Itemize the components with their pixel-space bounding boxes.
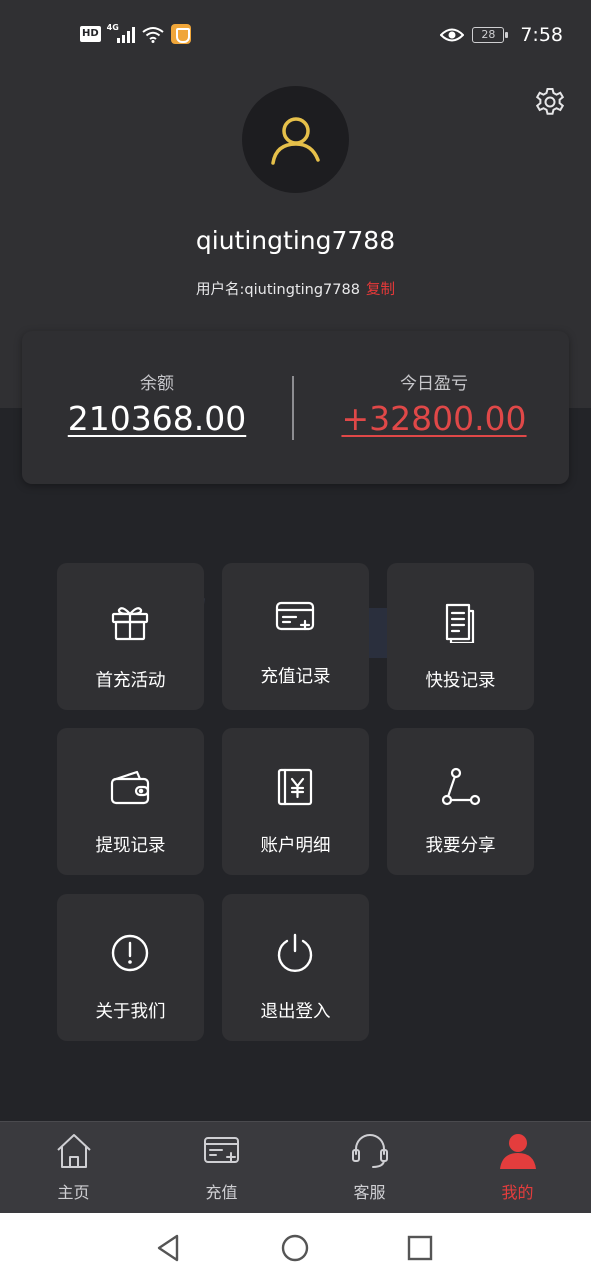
settings-gear-icon[interactable] [534, 86, 566, 118]
mine-screen: HD 4G 28 7:58 qiutingting7788 用户名:qiutin… [0, 0, 591, 1280]
tab-recharge-label: 充值 [205, 1183, 238, 1202]
user-solid-icon [500, 1134, 536, 1169]
quick-bet-records-tile[interactable]: 快投记录 [387, 563, 534, 710]
hd-badge: HD [80, 26, 101, 42]
wifi-icon [142, 27, 164, 43]
logout-tile[interactable]: 退出登入 [222, 894, 369, 1041]
status-right: 28 7:58 [440, 24, 563, 46]
power-icon [277, 933, 313, 973]
eye-comfort-icon [440, 28, 465, 42]
share-tile[interactable]: 我要分享 [387, 728, 534, 875]
tab-recharge[interactable]: 充值 [148, 1122, 295, 1214]
balance-card: 余额 210368.00 今日盈亏 +32800.00 [22, 331, 569, 484]
share-label: 我要分享 [425, 836, 496, 856]
back-triangle-icon[interactable] [152, 1231, 186, 1265]
document-list-icon [445, 603, 475, 643]
clock: 7:58 [520, 24, 563, 46]
status-bar: HD 4G 28 7:58 [0, 0, 591, 72]
recharge-card-icon [275, 601, 315, 631]
logout-label: 退出登入 [260, 1002, 331, 1022]
pnl-label: 今日盈亏 [400, 374, 468, 394]
account-details-tile[interactable]: 账户明细 [222, 728, 369, 875]
pnl-value[interactable]: +32800.00 [299, 399, 569, 438]
balance-section: 余额 210368.00 [22, 331, 292, 484]
headset-icon [352, 1134, 388, 1168]
avatar[interactable] [242, 86, 349, 193]
status-left: HD 4G [80, 23, 191, 44]
signal-icon: 4G [106, 23, 135, 43]
balance-divider [292, 376, 294, 440]
tab-mine[interactable]: 我的 [444, 1122, 591, 1214]
tab-customer-service[interactable]: 客服 [296, 1122, 443, 1214]
balance-value[interactable]: 210368.00 [22, 399, 292, 438]
recharge-records-label: 充值记录 [260, 667, 331, 687]
pnl-section: 今日盈亏 +32800.00 [299, 331, 569, 484]
username-prefix: 用户名: [196, 282, 245, 298]
wallet-icon [110, 770, 150, 805]
system-nav-bar [0, 1213, 591, 1280]
first-recharge-activity-label: 首充活动 [95, 671, 166, 691]
quick-bet-records-label: 快投记录 [425, 671, 496, 691]
bottom-tab-bar: 主页 充值 客服 我的 [0, 1121, 591, 1213]
balance-label: 余额 [140, 374, 174, 394]
about-us-label: 关于我们 [95, 1002, 166, 1022]
network-type: 4G [106, 23, 119, 32]
info-exclamation-icon [111, 934, 149, 972]
battery-icon: 28 [472, 27, 509, 43]
copy-username-button[interactable]: 复制 [366, 282, 395, 298]
recents-square-icon[interactable] [403, 1231, 437, 1265]
first-recharge-activity-tile[interactable]: 首充活动 [57, 563, 204, 710]
share-nodes-icon [441, 767, 481, 806]
tab-home[interactable]: 主页 [0, 1122, 147, 1214]
home-circle-icon[interactable] [278, 1231, 312, 1265]
tab-mine-label: 我的 [501, 1183, 534, 1202]
withdraw-records-label: 提现记录 [95, 836, 166, 856]
account-details-label: 账户明细 [260, 836, 331, 856]
home-icon [57, 1134, 91, 1168]
tab-home-label: 主页 [57, 1183, 90, 1202]
user-icon [270, 116, 320, 165]
username: qiutingting7788 [244, 282, 360, 298]
tab-customer-service-label: 客服 [353, 1183, 386, 1202]
yuan-book-icon [277, 768, 313, 806]
withdraw-records-tile[interactable]: 提现记录 [57, 728, 204, 875]
nickname: qiutingting7788 [195, 226, 396, 255]
security-app-icon [170, 24, 191, 44]
gift-icon [111, 607, 149, 641]
recharge-records-tile[interactable]: 充值记录 [222, 563, 369, 710]
recharge-card-icon [204, 1137, 239, 1163]
username-line: 用户名:qiutingting7788 复制 [0, 278, 591, 299]
about-us-tile[interactable]: 关于我们 [57, 894, 204, 1041]
